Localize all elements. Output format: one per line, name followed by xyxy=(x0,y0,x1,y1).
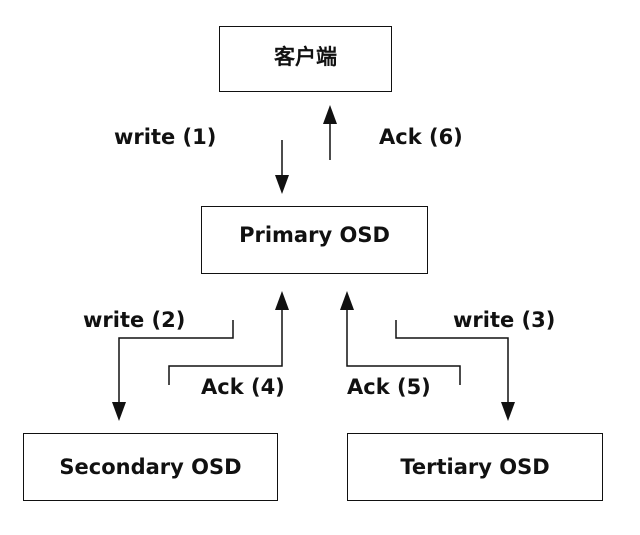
edge-write-3-arrowhead xyxy=(501,402,515,421)
edge-ack-5-line xyxy=(346,310,461,385)
edge-ack-4-arrowhead xyxy=(275,291,289,310)
client-node: 客户端 xyxy=(219,26,392,92)
client-label: 客户端 xyxy=(274,45,337,69)
tertiary-osd-node: Tertiary OSD xyxy=(347,433,603,501)
edge-label-write-3: write (3) xyxy=(453,308,556,332)
edge-label-write-1: write (1) xyxy=(114,125,217,149)
edge-label-ack-5: Ack (5) xyxy=(347,375,431,399)
edge-label-ack-6: Ack (6) xyxy=(379,125,463,149)
diagram-canvas: 客户端 Primary OSD Secondary OSD Tertiary O… xyxy=(0,0,640,535)
tertiary-osd-label: Tertiary OSD xyxy=(400,455,550,479)
edge-ack-4-line xyxy=(168,310,283,385)
secondary-osd-node: Secondary OSD xyxy=(23,433,278,501)
primary-osd-node: Primary OSD xyxy=(201,206,428,274)
secondary-osd-label: Secondary OSD xyxy=(59,455,242,479)
primary-osd-label: Primary OSD xyxy=(239,223,390,247)
edge-write-1-arrowhead xyxy=(275,175,289,194)
edge-ack-5-arrowhead xyxy=(340,291,354,310)
edge-write-2-arrowhead xyxy=(112,402,126,421)
edge-label-write-2: write (2) xyxy=(83,308,186,332)
edge-ack-6-arrowhead xyxy=(323,105,337,124)
edge-label-ack-4: Ack (4) xyxy=(201,375,285,399)
